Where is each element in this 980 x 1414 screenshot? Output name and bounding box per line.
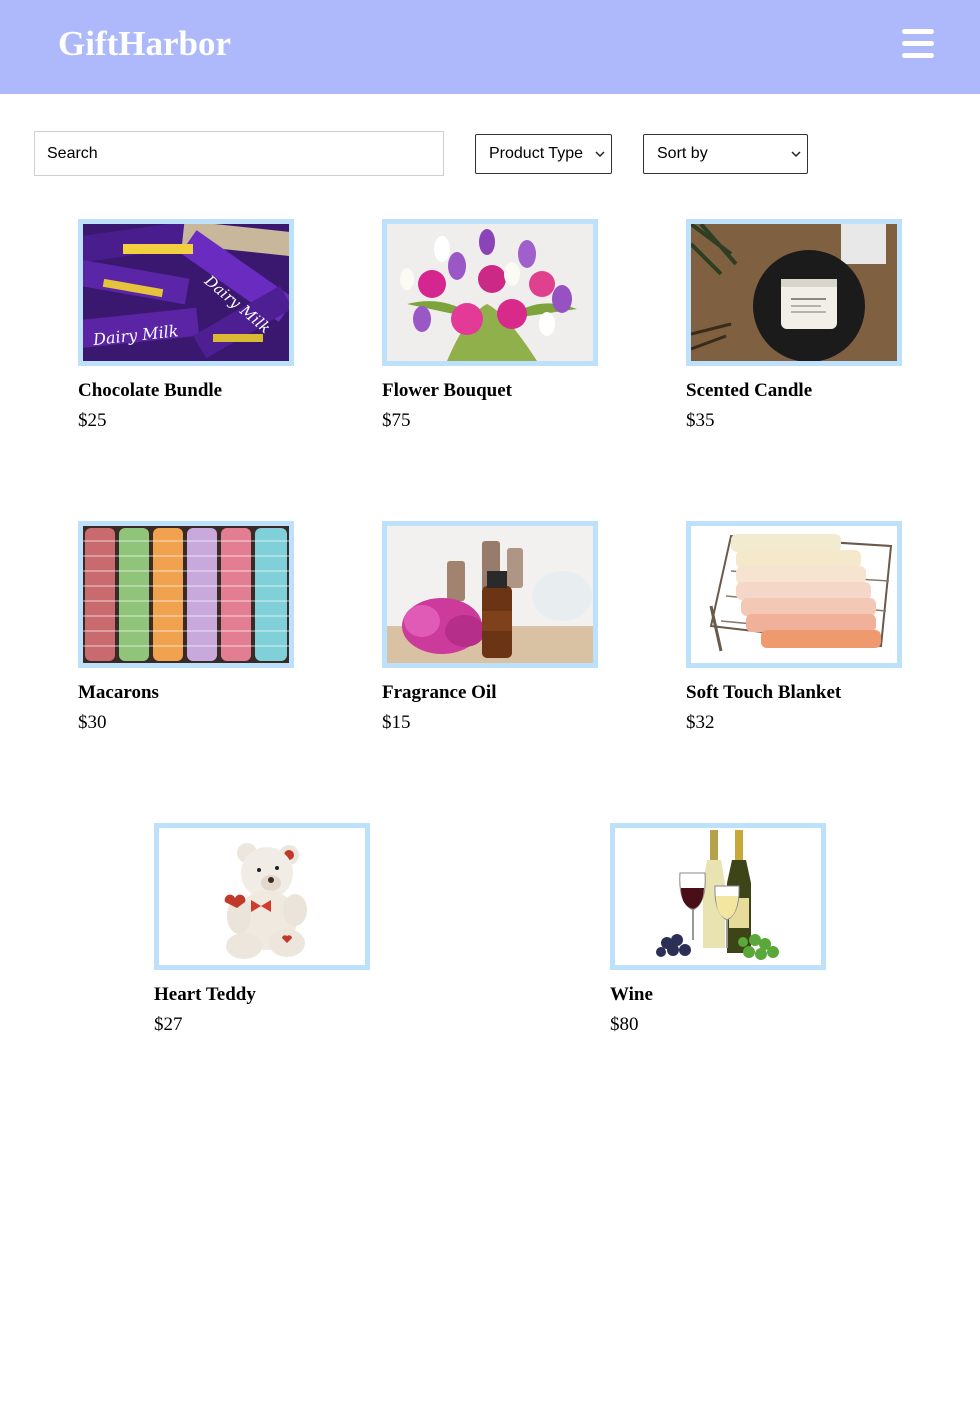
search-input[interactable] xyxy=(34,131,444,176)
product-image[interactable] xyxy=(382,521,598,668)
product-price: $30 xyxy=(78,712,107,733)
chocolate-bars-image: Dairy Milk Dairy Milk xyxy=(83,224,289,361)
product-name[interactable]: Macarons xyxy=(78,681,159,705)
product-name[interactable]: Chocolate Bundle xyxy=(78,379,222,403)
product-price: $15 xyxy=(382,712,411,733)
product-price: $75 xyxy=(382,410,411,431)
product-price: $32 xyxy=(686,712,715,733)
product-type-label: Product Type xyxy=(489,145,583,162)
chevron-down-icon xyxy=(595,151,605,158)
chevron-down-icon xyxy=(791,151,801,158)
product-type-select[interactable]: Product Type xyxy=(475,134,612,174)
product-name[interactable]: Scented Candle xyxy=(686,379,812,403)
hamburger-menu-icon[interactable] xyxy=(900,28,936,60)
product-name[interactable]: Wine xyxy=(610,983,653,1007)
wine-bottles-image xyxy=(615,828,821,965)
product-image[interactable] xyxy=(610,823,826,970)
sort-by-select[interactable]: Sort by xyxy=(643,134,808,174)
product-name[interactable]: Heart Teddy xyxy=(154,983,256,1007)
blanket-basket-image xyxy=(691,526,897,663)
product-image[interactable] xyxy=(78,521,294,668)
product-name[interactable]: Flower Bouquet xyxy=(382,379,512,403)
product-image[interactable] xyxy=(382,219,598,366)
product-name[interactable]: Fragrance Oil xyxy=(382,681,497,705)
scented-candle-image xyxy=(691,224,897,361)
brand-logo[interactable]: GiftHarbor xyxy=(58,22,231,66)
product-price: $80 xyxy=(610,1014,639,1035)
product-image[interactable] xyxy=(154,823,370,970)
macarons-image xyxy=(83,526,289,663)
product-price: $27 xyxy=(154,1014,183,1035)
sort-by-label: Sort by xyxy=(657,145,708,162)
product-image[interactable] xyxy=(686,521,902,668)
product-image[interactable] xyxy=(686,219,902,366)
product-price: $35 xyxy=(686,410,715,431)
teddy-bear-image xyxy=(159,828,365,965)
product-price: $25 xyxy=(78,410,107,431)
product-image[interactable]: Dairy Milk Dairy Milk xyxy=(78,219,294,366)
flower-bouquet-image xyxy=(387,224,593,361)
fragrance-oil-image xyxy=(387,526,593,663)
site-header: GiftHarbor xyxy=(0,0,980,94)
product-name[interactable]: Soft Touch Blanket xyxy=(686,681,841,705)
